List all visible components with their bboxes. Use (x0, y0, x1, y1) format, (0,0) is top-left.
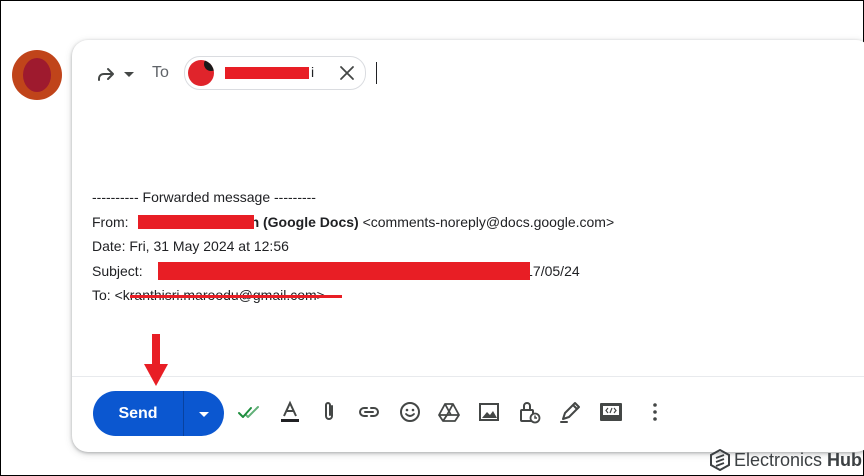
send-button-group: Send (93, 391, 224, 436)
to-line: To: <kranthisri.maroodu@gmail.com> (92, 283, 614, 308)
insert-photo-icon (479, 403, 499, 421)
date-line: Date: Fri, 31 May 2024 at 12:56 (92, 238, 289, 254)
layouts-icon (600, 403, 622, 421)
layouts-button[interactable] (598, 399, 624, 425)
subject-line: Subject: - 17/05/24 (92, 259, 614, 284)
redaction-bar (138, 214, 254, 229)
from-line: From: n (Google Docs) <comments-noreply@d… (92, 210, 614, 235)
confidential-mode-icon (520, 402, 541, 424)
compose-header: To i (72, 40, 864, 108)
emoji-icon (400, 402, 420, 422)
message-body[interactable]: ---------- Forwarded message --------- F… (92, 185, 614, 308)
brand-name-main: Electronics (734, 450, 823, 470)
confidential-mode-button[interactable] (516, 399, 542, 425)
attach-files-button[interactable] (316, 399, 342, 425)
sender-avatar (12, 50, 62, 100)
spellcheck-button[interactable] (236, 399, 262, 425)
close-icon[interactable] (337, 63, 357, 83)
redaction-bar (158, 261, 530, 280)
insert-signature-button[interactable] (557, 399, 583, 425)
more-options-icon (653, 403, 657, 421)
formatting-button[interactable] (277, 399, 303, 425)
from-email: <comments-noreply@docs.google.com> (362, 213, 615, 230)
insert-emoji-button[interactable] (397, 399, 423, 425)
from-label: From: (92, 213, 129, 230)
forwarded-separator: ---------- Forwarded message --------- (92, 189, 316, 205)
insert-drive-button[interactable] (436, 399, 462, 425)
compose-toolbar: Send (72, 376, 864, 453)
insert-link-button[interactable] (356, 399, 382, 425)
send-options-button[interactable] (184, 391, 224, 436)
reply-compose-card: To i ---------- Forwarded message ------… (72, 40, 864, 452)
more-options-button[interactable] (642, 399, 668, 425)
redaction-underline (130, 295, 342, 298)
brand-logo-icon (710, 449, 730, 471)
send-button[interactable]: Send (93, 391, 183, 436)
reply-type-dropdown-icon[interactable] (124, 69, 134, 79)
google-drive-icon (438, 403, 460, 422)
text-cursor (376, 62, 377, 84)
brand-name: Electronics Hub (734, 450, 862, 471)
annotation-arrow-icon (144, 334, 168, 386)
recipient-avatar (188, 60, 214, 86)
from-name: n (Google Docs) (250, 213, 359, 230)
to-label: To (152, 64, 169, 81)
avatar-image (23, 58, 51, 92)
brand-name-suffix: Hub (827, 450, 863, 470)
spellcheck-icon (238, 406, 259, 418)
insert-photo-button[interactable] (476, 399, 502, 425)
attach-file-icon (325, 402, 333, 420)
forward-icon[interactable] (94, 62, 118, 86)
redaction-bar (225, 67, 309, 79)
signature-icon (560, 402, 580, 423)
text-format-icon (281, 400, 299, 422)
insert-link-icon (359, 407, 379, 417)
subject-label: Subject: (92, 262, 143, 279)
recipient-chip[interactable]: i (184, 56, 366, 90)
chevron-down-icon (199, 412, 209, 417)
